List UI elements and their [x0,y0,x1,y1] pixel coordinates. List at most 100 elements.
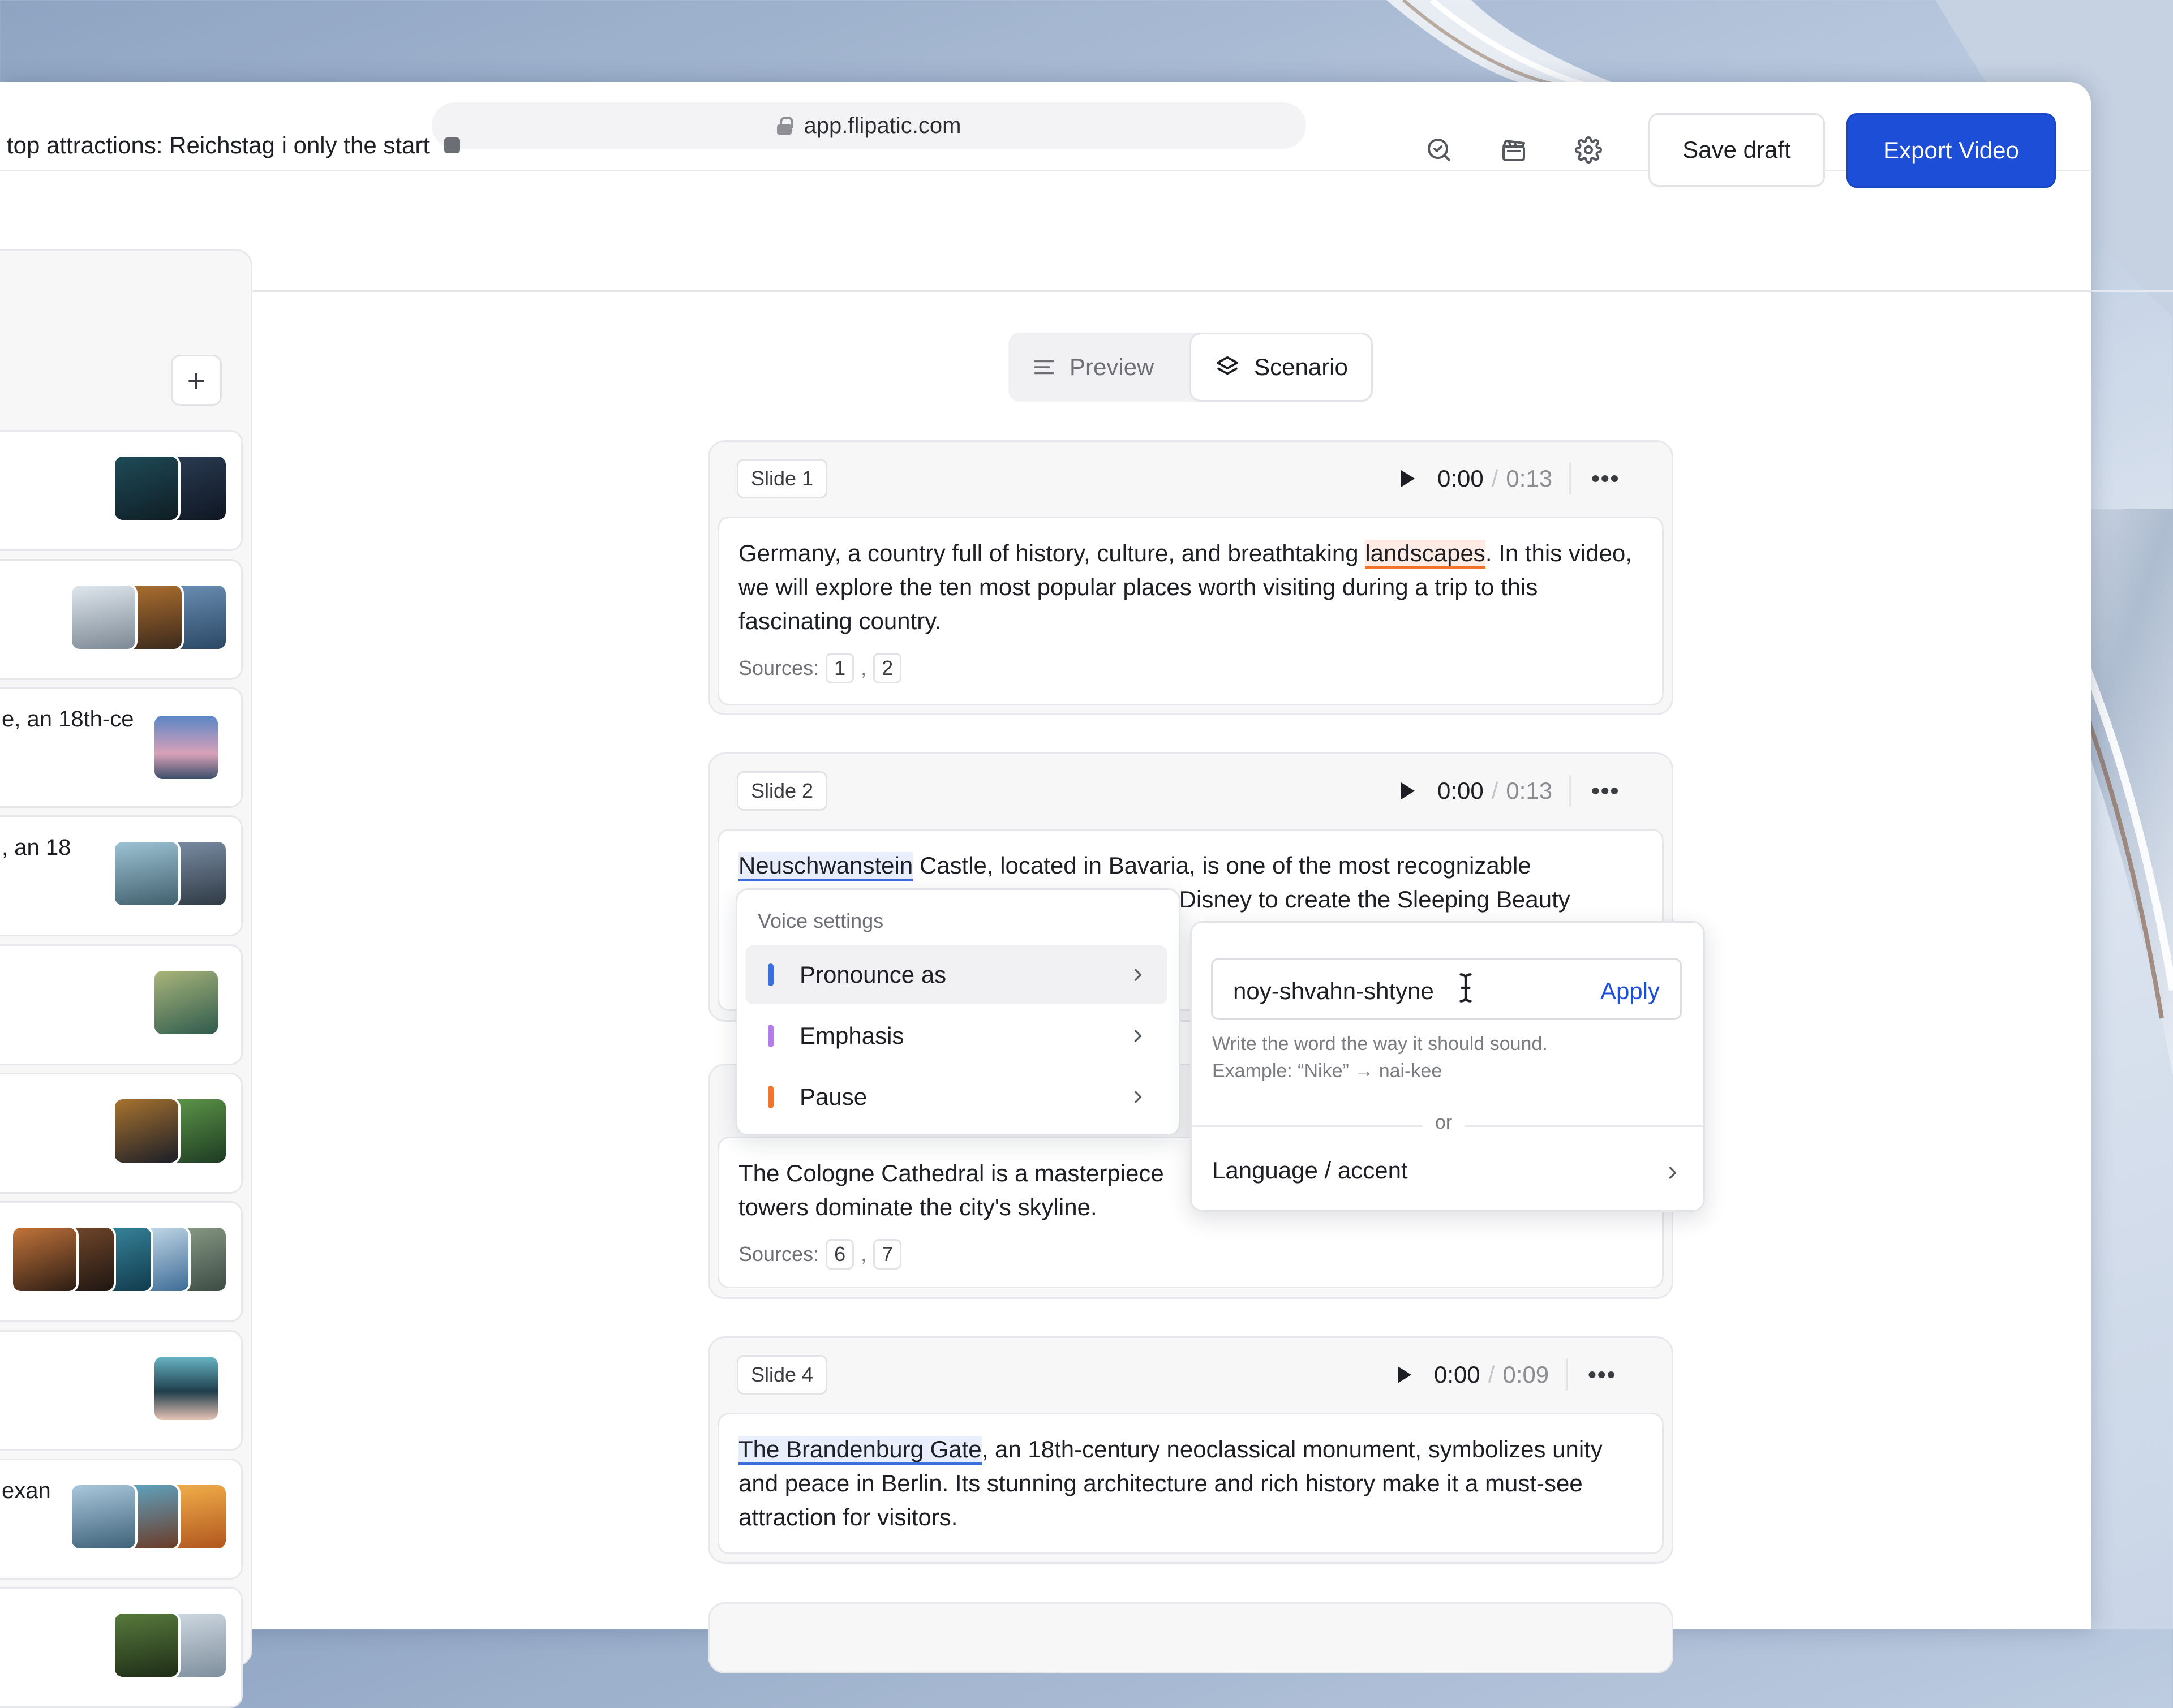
pronunciation-value: noy-shvahn-shtyne [1233,978,1434,1004]
sidebar-slide-card[interactable] [0,1330,243,1451]
clapperboard-icon[interactable] [1494,130,1534,170]
highlighted-word[interactable]: landscapes [1365,540,1485,569]
source-chip[interactable]: 6 [826,1239,854,1270]
pronunciation-input[interactable]: noy-shvahn-shtyne Apply [1211,958,1682,1020]
tab-preview[interactable]: Preview [1032,333,1154,402]
play-icon[interactable] [1398,1366,1411,1383]
thumbnail [11,1225,79,1293]
text-cursor-icon [1459,973,1472,1003]
slide-script-text: Germany, a country full of history, cult… [738,536,1639,638]
sidebar-slide-card[interactable] [0,1587,243,1708]
language-accent-option[interactable]: Language / accent [1212,1157,1408,1184]
more-options-icon[interactable]: ••• [1588,1361,1616,1388]
chevron-right-icon [1134,1030,1142,1042]
play-icon[interactable] [1401,470,1415,487]
sidebar-slide-card[interactable] [0,430,243,551]
or-label: or [1423,1112,1465,1134]
view-switcher: Preview Scenario [1008,333,1373,402]
sources-row: Sources: 1 , 2 [738,653,902,683]
slide-script-editor[interactable]: The Brandenburg Gate, an 18th-century ne… [718,1413,1664,1554]
chevron-right-icon [1669,1167,1677,1179]
sidebar-slide-card[interactable] [0,1073,243,1194]
slide-audio-controls: 0:00 / 0:09 ••• [1398,1355,1616,1395]
settings-icon[interactable] [1569,130,1608,170]
source-chip[interactable]: 2 [873,653,902,683]
sidebar-slide-card[interactable]: e, an 18th-ce [0,687,243,808]
slide-script-text-line2: lt Disney to create the Sleeping Beauty [1161,886,1570,913]
divider [1566,1359,1568,1391]
sources-label: Sources: [738,656,819,679]
source-chip[interactable]: 1 [826,653,854,683]
tab-preview-label: Preview [1070,354,1154,380]
menu-item-label: Pause [800,1083,868,1110]
source-separator: , [861,656,867,679]
layers-icon [1216,356,1239,375]
divider [1569,463,1571,494]
menu-item-emphasis[interactable]: Emphasis [745,1006,1167,1065]
menu-item-pronounce-as[interactable]: Pronounce as [745,945,1167,1004]
color-marker [768,963,774,986]
divider [1569,775,1571,807]
duration: 0:13 [1506,777,1553,804]
slide-card: Slide 4 0:00 / 0:09 ••• The Brandenburg … [708,1336,1673,1564]
thumbnail [113,1611,181,1679]
slide-tag: Slide 2 [737,771,828,811]
slide-audio-controls: 0:00 / 0:13 ••• [1401,459,1620,498]
menu-item-label: Emphasis [800,1022,904,1049]
sidebar-slide-card[interactable] [0,559,243,680]
thumbnail [152,1354,220,1422]
more-options-icon[interactable]: ••• [1591,777,1620,804]
save-draft-button[interactable]: Save draft [1648,113,1825,187]
highlighted-word[interactable]: Neuschwanstein [738,852,913,881]
sidebar-slide-card[interactable]: exan [0,1459,243,1580]
slide-card: Slide 1 0:00 / 0:13 ••• Germany, a count… [708,440,1673,715]
thumbnail [113,454,181,522]
sidebar-slide-card[interactable] [0,1201,243,1322]
search-check-icon[interactable] [1419,130,1459,170]
slide-script-text: Neuschwanstein Castle, located in Bavari… [738,849,1639,883]
time-separator: / [1491,465,1498,492]
chevron-right-icon [1134,969,1142,981]
sources-row: Sources: 6 , 7 [738,1239,902,1270]
slide-script-editor[interactable]: Germany, a country full of history, cult… [718,517,1664,705]
thumbnail [113,840,181,907]
sidebar-slide-card[interactable]: , an 18 [0,815,243,936]
thumbnail [152,713,220,781]
current-time: 0:00 [1434,1361,1480,1388]
more-options-icon[interactable]: ••• [1591,465,1620,492]
sources-label: Sources: [738,1242,819,1266]
chevron-right-icon [1134,1091,1142,1103]
color-marker [768,1025,774,1047]
pronunciation-hint: Write the word the way it should sound. … [1212,1030,1548,1085]
duration: 0:13 [1506,465,1553,492]
hint-line: Example: “Nike” → nai-kee [1212,1060,1442,1082]
thumbnail [70,583,138,651]
time-separator: / [1488,1361,1495,1388]
slide-preview-text: , an 18 [2,835,71,860]
add-slide-button[interactable]: + [171,355,222,406]
menu-item-label: Pronounce as [800,961,947,988]
highlighted-word[interactable]: The Brandenburg Gate [738,1436,982,1465]
sidebar-slide-card[interactable] [0,944,243,1065]
tab-scenario[interactable]: Scenario [1189,333,1373,402]
menu-item-pause[interactable]: Pause [745,1068,1167,1126]
wallpaper-swirl-top [1386,0,1618,85]
voice-settings-menu: Voice settings Pronounce as Emphasis Pau… [736,888,1180,1136]
voice-settings-title: Voice settings [758,909,884,932]
slide-script-text: The Brandenburg Gate, an 18th-century ne… [738,1432,1639,1534]
slide-tag: Slide 4 [737,1355,828,1395]
export-video-button[interactable]: Export Video [1846,113,2056,188]
play-icon[interactable] [1401,782,1415,799]
apply-button[interactable]: Apply [1600,978,1660,1005]
slide-tag: Slide 1 [737,459,828,498]
slide-card [708,1602,1673,1673]
color-marker [768,1086,774,1108]
source-separator: , [861,1242,867,1266]
thumbnail [70,1483,138,1551]
tab-scenario-label: Scenario [1254,354,1348,380]
source-chip[interactable]: 7 [873,1239,902,1270]
thumbnail [113,1097,181,1165]
slide-audio-controls: 0:00 / 0:13 ••• [1401,771,1620,811]
slide-preview-text: e, an 18th-ce [2,707,134,732]
script-text: Castle, located in Bavaria, is one of th… [913,852,1531,879]
